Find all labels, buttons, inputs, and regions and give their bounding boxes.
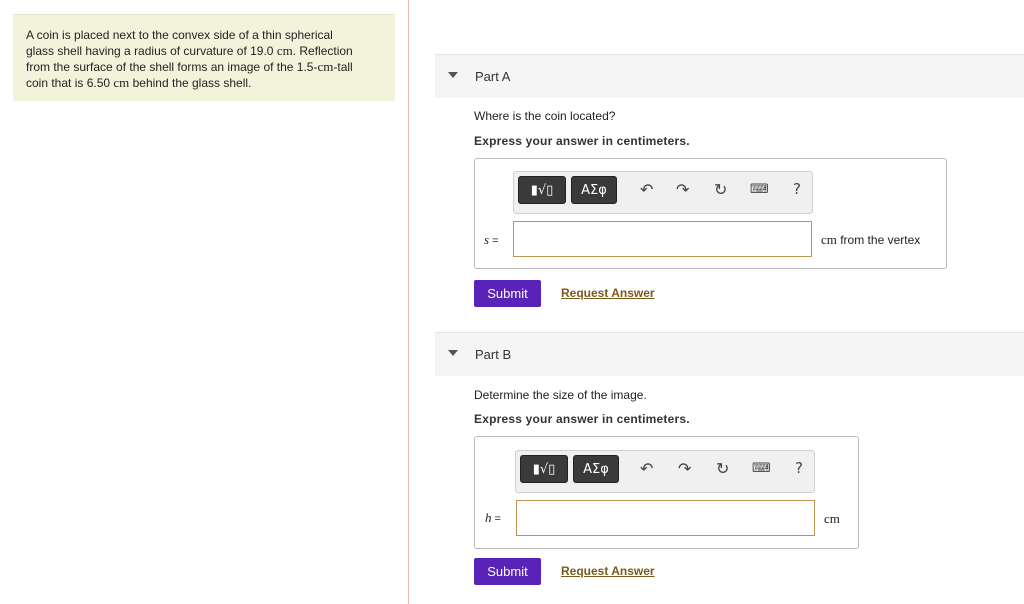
equals-sign: = (489, 235, 499, 247)
greek-symbols-button[interactable]: ΑΣφ (573, 455, 619, 483)
part-b-header[interactable]: Part B (435, 332, 1024, 376)
reset-icon[interactable]: ↻ (714, 180, 727, 199)
equals-sign: = (491, 513, 501, 525)
answer-input[interactable] (513, 221, 812, 257)
part-b-instruction: Express your answer in centimeters. (474, 412, 690, 426)
unit-suffix: from the vertex (836, 233, 921, 247)
greek-symbols-button[interactable]: ΑΣφ (571, 176, 617, 204)
request-answer-link[interactable]: Request Answer (561, 286, 655, 300)
problem-text: -tall (333, 60, 353, 74)
submit-button[interactable]: Submit (474, 558, 541, 585)
collapse-triangle-icon[interactable] (448, 350, 458, 356)
part-b-question: Determine the size of the image. (474, 388, 647, 402)
problem-text: coin that is 6.50 (26, 76, 114, 90)
unit-label: cm (824, 511, 840, 527)
math-toolbar: ▮√▯ ΑΣφ ↶ ↷ ↻ ⌨ ? (515, 450, 815, 493)
unit-cm: cm (113, 75, 130, 90)
problem-text: A coin is placed next to the convex side… (26, 28, 333, 42)
problem-line-4: coin that is 6.50 cm behind the glass sh… (26, 75, 385, 91)
problem-line-3: from the surface of the shell forms an i… (26, 59, 385, 75)
submit-button[interactable]: Submit (474, 280, 541, 307)
problem-panel: A coin is placed next to the convex side… (0, 0, 408, 604)
help-button[interactable]: ? (795, 459, 803, 477)
math-toolbar: ▮√▯ ΑΣφ ↶ ↷ ↻ ⌨ ? (513, 171, 813, 214)
part-b-answer-box: ▮√▯ ΑΣφ ↶ ↷ ↻ ⌨ ? h = cm (474, 436, 859, 549)
undo-icon[interactable]: ↶ (640, 180, 653, 199)
problem-statement: A coin is placed next to the convex side… (13, 14, 395, 101)
panel-divider (408, 0, 409, 604)
unit-cm: cm (821, 232, 837, 247)
part-a-answer-box: ▮√▯ ΑΣφ ↶ ↷ ↻ ⌨ ? s = cm from the vertex (474, 158, 947, 269)
problem-line-2: glass shell having a radius of curvature… (26, 43, 385, 59)
collapse-triangle-icon[interactable] (448, 72, 458, 78)
unit-cm: cm (317, 59, 334, 74)
keyboard-icon[interactable]: ⌨ (752, 461, 771, 476)
unit-label: cm from the vertex (821, 232, 920, 248)
redo-icon[interactable]: ↷ (678, 459, 691, 478)
answer-input[interactable] (516, 500, 815, 536)
variable-label: s = (484, 232, 499, 248)
problem-line-1: A coin is placed next to the convex side… (26, 28, 385, 43)
unit-cm: cm (824, 511, 840, 526)
part-a-instruction: Express your answer in centimeters. (474, 134, 690, 148)
problem-text: . Reflection (292, 44, 353, 58)
unit-cm: cm (276, 43, 293, 58)
request-answer-link[interactable]: Request Answer (561, 564, 655, 578)
problem-text: from the surface of the shell forms an i… (26, 60, 318, 74)
keyboard-icon[interactable]: ⌨ (750, 182, 769, 197)
templates-button[interactable]: ▮√▯ (518, 176, 566, 204)
reset-icon[interactable]: ↻ (716, 459, 729, 478)
part-a-question: Where is the coin located? (474, 109, 616, 123)
problem-text: behind the glass shell. (129, 76, 252, 90)
part-b-title: Part B (475, 347, 512, 362)
undo-icon[interactable]: ↶ (640, 459, 653, 478)
redo-icon[interactable]: ↷ (676, 180, 689, 199)
help-button[interactable]: ? (793, 180, 801, 198)
part-a-title: Part A (475, 69, 511, 84)
part-a-header[interactable]: Part A (435, 54, 1024, 98)
templates-button[interactable]: ▮√▯ (520, 455, 568, 483)
variable-label: h = (485, 510, 501, 526)
problem-text: glass shell having a radius of curvature… (26, 44, 277, 58)
